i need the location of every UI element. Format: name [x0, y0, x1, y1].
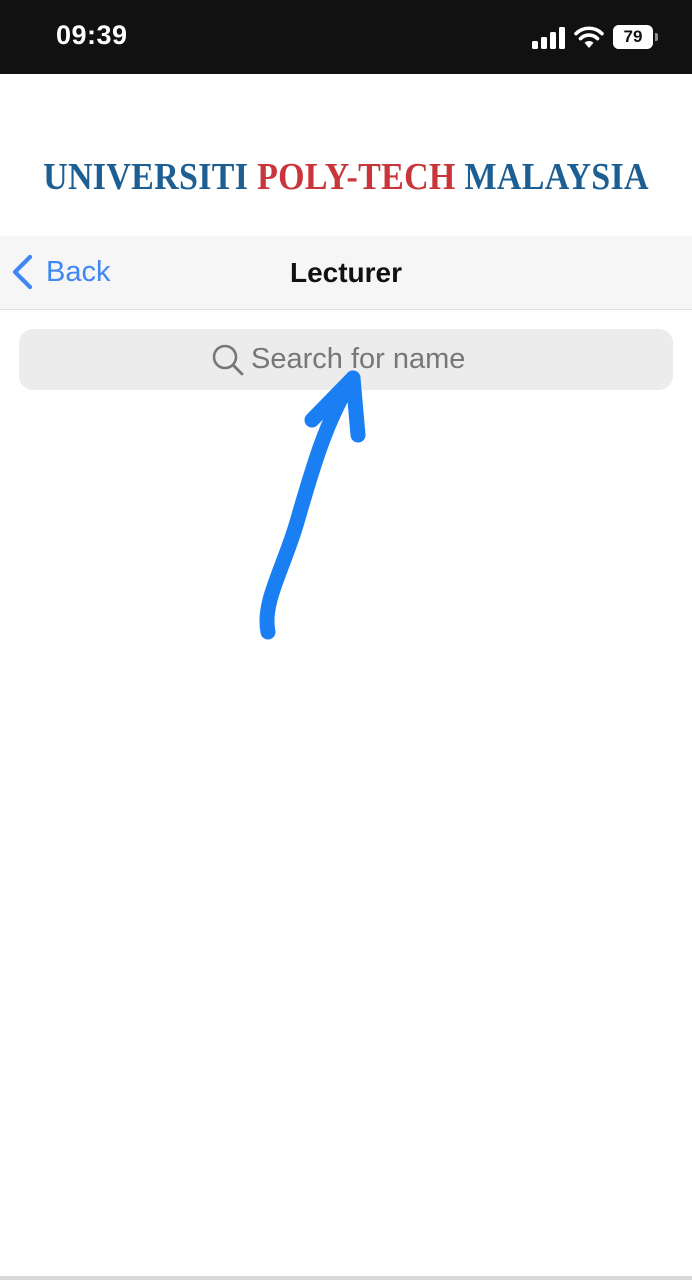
- header-logo-area: UNIVERSITI POLY-TECH MALAYSIA: [0, 74, 692, 236]
- university-logo: UNIVERSITI POLY-TECH MALAYSIA: [0, 157, 692, 200]
- cellular-signal-icon: [532, 27, 565, 49]
- bottom-divider: [0, 1276, 692, 1280]
- search-bar[interactable]: [19, 329, 673, 390]
- battery-indicator: 79: [613, 25, 659, 49]
- navigation-bar: Lecturer Back: [0, 236, 692, 310]
- status-time: 09:39: [56, 20, 128, 50]
- battery-level: 79: [623, 27, 643, 46]
- logo-word-malaysia: MALAYSIA: [464, 156, 649, 199]
- chevron-left-icon: [12, 254, 33, 290]
- search-input[interactable]: [251, 343, 481, 376]
- status-bar: 09:39 79: [0, 0, 692, 74]
- back-button[interactable]: Back: [10, 250, 110, 294]
- wifi-icon: [574, 26, 604, 48]
- app-screen: 09:39 79 UNIVERSITI POLY-TECH MALAYSIA L…: [0, 0, 692, 1280]
- logo-word-universiti: UNIVERSITI: [43, 156, 249, 199]
- logo-word-polytech: POLY-TECH: [257, 156, 456, 199]
- battery-cap: [655, 33, 658, 41]
- search-icon: [212, 344, 244, 375]
- back-button-label: Back: [46, 255, 111, 288]
